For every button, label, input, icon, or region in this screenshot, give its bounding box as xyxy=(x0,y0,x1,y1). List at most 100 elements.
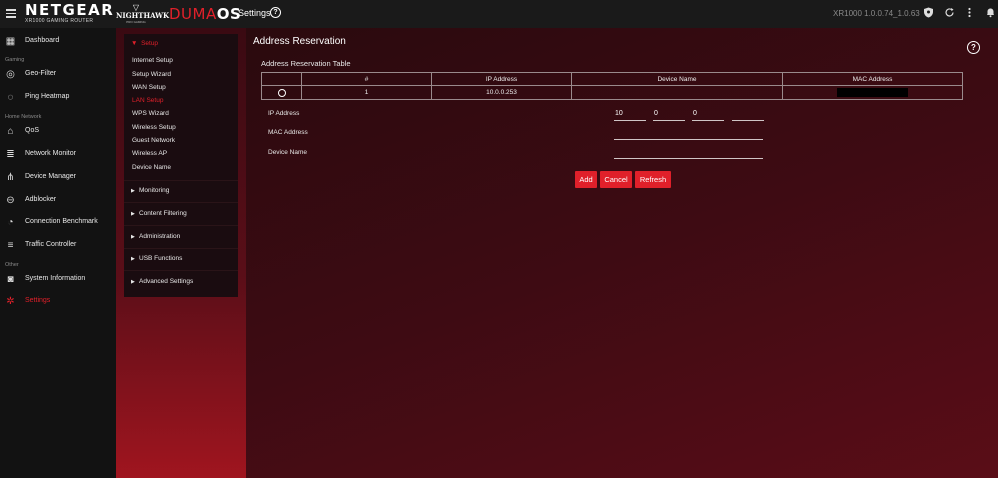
row-mac-address xyxy=(782,85,963,100)
chevron-right-icon: ▶ xyxy=(131,234,135,240)
nav-connection-benchmark[interactable]: ◔ Connection Benchmark xyxy=(0,215,116,231)
topbar-section-title: Settings xyxy=(238,8,271,18)
device-name-label: Device Name xyxy=(268,149,308,156)
subnav-group-content-filtering[interactable]: ▶ Content Filtering xyxy=(131,210,187,217)
subnav-wireless-ap[interactable]: Wireless AP xyxy=(132,150,167,157)
nav-system-information-label: System Information xyxy=(25,275,86,282)
subnav-divider xyxy=(124,270,238,271)
subnav-group-administration[interactable]: ▶ Administration xyxy=(131,233,180,240)
nav-ping-heatmap-label: Ping Heatmap xyxy=(25,93,70,100)
nav-connection-benchmark-label: Connection Benchmark xyxy=(25,218,98,225)
ip-address-label: IP Address xyxy=(268,110,300,117)
shield-icon[interactable] xyxy=(923,7,934,18)
subnav-guest-network[interactable]: Guest Network xyxy=(132,137,175,144)
help-icon[interactable]: ? xyxy=(270,7,281,18)
device-name-input[interactable] xyxy=(614,147,763,159)
chevron-down-icon: ▼ xyxy=(131,40,138,47)
bell-icon[interactable] xyxy=(985,7,996,18)
nav-system-information[interactable]: ◙ System Information xyxy=(0,272,116,288)
refresh-icon[interactable] xyxy=(944,7,955,18)
network-monitor-icon: ≣ xyxy=(6,149,15,160)
nav-section-home-network: Home Network xyxy=(5,114,42,120)
chevron-right-icon: ▶ xyxy=(131,211,135,217)
dumaos-logo: DUMAOS xyxy=(169,5,241,23)
row-select-cell xyxy=(261,85,302,100)
nav-section-other: Other xyxy=(5,262,19,268)
adblocker-icon: ⊖ xyxy=(6,195,15,206)
col-mac-address: MAC Address xyxy=(782,72,963,86)
subnav-divider xyxy=(124,202,238,203)
nav-traffic-controller-label: Traffic Controller xyxy=(25,241,77,248)
subnav-group-label: Content Filtering xyxy=(139,210,187,217)
nav-ping-heatmap[interactable]: ◌ Ping Heatmap xyxy=(0,90,116,106)
subnav-internet-setup[interactable]: Internet Setup xyxy=(132,57,173,64)
subnav-group-label: Administration xyxy=(139,233,181,240)
subnav-wireless-setup[interactable]: Wireless Setup xyxy=(132,124,176,131)
subnav-divider xyxy=(124,225,238,226)
refresh-button[interactable]: Refresh xyxy=(635,171,671,188)
menu-icon[interactable] xyxy=(6,9,16,18)
row-radio-button[interactable] xyxy=(277,88,286,97)
mac-address-input[interactable] xyxy=(614,128,763,140)
nav-dashboard-label: Dashboard xyxy=(25,37,60,44)
subnav-group-label: Advanced Settings xyxy=(139,278,194,285)
subnav-group-advanced-settings[interactable]: ▶ Advanced Settings xyxy=(131,278,193,285)
col-ip-address: IP Address xyxy=(431,72,572,86)
row-number: 1 xyxy=(301,85,432,100)
netgear-logo: NETGEAR XR1000 GAMING ROUTER xyxy=(25,2,114,24)
ip-octet-3-input[interactable]: 0 xyxy=(692,108,724,121)
nav-section-gaming: Gaming xyxy=(5,57,25,63)
benchmark-icon: ◔ xyxy=(7,217,14,228)
page-help-icon[interactable]: ? xyxy=(967,41,980,54)
nighthawk-text: NIGHTHAWK xyxy=(116,11,170,20)
nav-geo-filter[interactable]: ◎ Geo-Filter xyxy=(0,67,116,83)
traffic-controller-icon: ≡ xyxy=(7,240,14,251)
chevron-right-icon: ▶ xyxy=(131,188,135,194)
chevron-right-icon: ▶ xyxy=(131,256,135,262)
table-header-row: # IP Address Device Name MAC Address xyxy=(261,72,963,86)
subnav-lan-setup[interactable]: LAN Setup xyxy=(132,97,163,104)
nav-adblocker-label: Adblocker xyxy=(25,196,57,203)
subnav-divider xyxy=(124,180,238,181)
nav-settings[interactable]: ✲ Settings xyxy=(0,294,116,310)
settings-gear-icon: ✲ xyxy=(6,296,15,307)
system-information-icon: ◙ xyxy=(7,274,14,285)
nav-dashboard[interactable]: ▦ Dashboard xyxy=(0,34,116,50)
nav-traffic-controller[interactable]: ≡ Traffic Controller xyxy=(0,238,116,254)
col-select xyxy=(261,72,302,86)
mac-address-label: MAC Address xyxy=(268,129,308,136)
subnav-device-name[interactable]: Device Name xyxy=(132,164,171,171)
geo-filter-icon: ◎ xyxy=(6,69,15,80)
nav-device-manager[interactable]: ⋔ Device Manager xyxy=(0,170,116,186)
add-button[interactable]: Add xyxy=(575,171,597,188)
chevron-right-icon: ▶ xyxy=(131,279,135,285)
col-device-name: Device Name xyxy=(571,72,783,86)
firmware-version: XR1000 1.0.0.74_1.0.63 xyxy=(833,9,920,18)
cancel-button[interactable]: Cancel xyxy=(600,171,632,188)
nav-device-manager-label: Device Manager xyxy=(25,173,76,180)
ip-octet-4-input[interactable] xyxy=(732,108,764,121)
nav-settings-label: Settings xyxy=(25,297,51,304)
subnav-setup-header[interactable]: ▼ Setup xyxy=(131,40,158,47)
qos-icon: ⌂ xyxy=(7,126,14,137)
subnav-group-label: USB Functions xyxy=(139,255,183,262)
more-icon[interactable] xyxy=(964,7,975,18)
nav-network-monitor[interactable]: ≣ Network Monitor xyxy=(0,147,116,163)
nighthawk-subtitle: PRO GAMING xyxy=(126,20,146,24)
nav-geo-filter-label: Geo-Filter xyxy=(25,70,57,77)
nav-qos[interactable]: ⌂ QoS xyxy=(0,124,116,140)
brand-name: NETGEAR xyxy=(25,1,115,19)
nav-adblocker[interactable]: ⊖ Adblocker xyxy=(0,193,116,209)
subnav-group-monitoring[interactable]: ▶ Monitoring xyxy=(131,187,169,194)
ip-octet-1-input[interactable]: 10 xyxy=(614,108,646,121)
subnav-wps-wizard[interactable]: WPS Wizard xyxy=(132,110,169,117)
subnav-setup-label: Setup xyxy=(141,40,159,47)
subnav-group-usb-functions[interactable]: ▶ USB Functions xyxy=(131,255,182,262)
nav-network-monitor-label: Network Monitor xyxy=(25,150,76,157)
address-reservation-table: # IP Address Device Name MAC Address 1 1… xyxy=(261,72,963,100)
ip-octet-2-input[interactable]: 0 xyxy=(653,108,685,121)
row-device-name xyxy=(571,85,783,100)
subnav-setup-wizard[interactable]: Setup Wizard xyxy=(132,71,171,78)
subnav-wan-setup[interactable]: WAN Setup xyxy=(132,84,166,91)
subnav-group-label: Monitoring xyxy=(139,187,170,194)
